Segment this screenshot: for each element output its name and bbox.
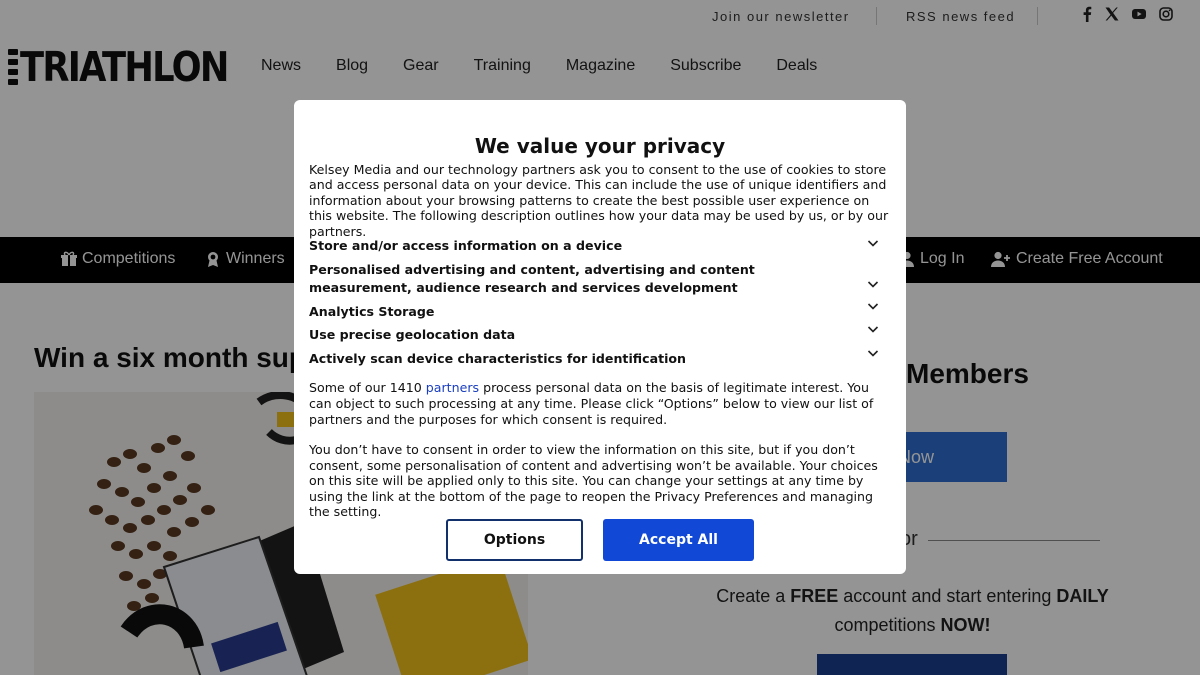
purpose-store-access[interactable]: Store and/or access information on a dev…	[309, 237, 889, 255]
options-button[interactable]: Options	[446, 519, 583, 561]
purpose-label: Actively scan device characteristics for…	[309, 351, 687, 366]
chevron-down-icon[interactable]	[867, 347, 879, 359]
dialog-intro: Kelsey Media and our technology partners…	[309, 162, 889, 239]
dialog-title: We value your privacy	[474, 134, 726, 158]
legitimate-interest-text: Some of our 1410 partners process person…	[309, 380, 894, 427]
purpose-label: Use precise geolocation data	[309, 327, 516, 342]
purpose-personalised-ads[interactable]: Personalised advertising and content, ad…	[309, 261, 889, 296]
privacy-consent-dialog: We value your privacy Kelsey Media and o…	[294, 100, 906, 574]
accept-all-button[interactable]: Accept All	[603, 519, 754, 561]
purpose-label: Personalised advertising and content, ad…	[309, 262, 755, 295]
purpose-label: Store and/or access information on a dev…	[309, 238, 623, 253]
chevron-down-icon[interactable]	[867, 300, 879, 312]
purpose-geolocation[interactable]: Use precise geolocation data	[309, 326, 889, 344]
partners-link[interactable]: partners	[426, 380, 479, 395]
consent-explanation: You don’t have to consent in order to vi…	[309, 442, 878, 520]
chevron-down-icon[interactable]	[867, 237, 879, 249]
chevron-down-icon[interactable]	[867, 323, 879, 335]
purpose-analytics-storage[interactable]: Analytics Storage	[309, 303, 889, 321]
legit-text: Some of our 1410	[309, 380, 426, 395]
purpose-device-scan[interactable]: Actively scan device characteristics for…	[309, 350, 889, 368]
chevron-down-icon[interactable]	[867, 278, 879, 290]
purpose-label: Analytics Storage	[309, 304, 435, 319]
